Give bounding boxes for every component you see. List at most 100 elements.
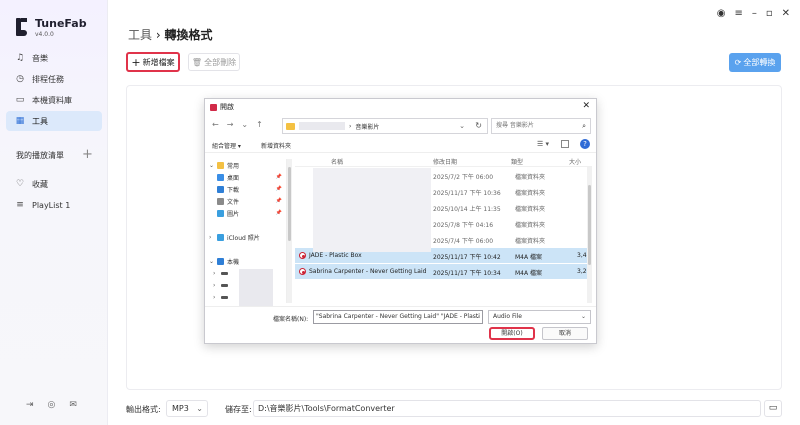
output-format-select[interactable]: MP3 ⌄ bbox=[166, 400, 208, 417]
audio-file-icon bbox=[299, 268, 306, 275]
sidebar-footer: ⇥ ◎ ✉ bbox=[26, 400, 77, 410]
close-icon[interactable]: ✕ bbox=[782, 8, 790, 19]
restore-icon[interactable]: ▫ bbox=[766, 8, 773, 19]
blurred-path bbox=[299, 122, 345, 130]
breadcrumb-root[interactable]: 工具 bbox=[128, 28, 152, 42]
file-list: 名稱 修改日期 類型 大小 2025/7/2 下午 06:00 檔案資料夾 20… bbox=[295, 155, 592, 303]
sidebar-item-label: 排程任務 bbox=[32, 74, 64, 84]
cancel-button[interactable]: 取消 bbox=[542, 327, 588, 340]
convert-all-button[interactable]: ⟳ 全部轉換 bbox=[729, 53, 781, 72]
drive-icon bbox=[221, 295, 228, 299]
drive-icon bbox=[221, 271, 228, 275]
grid-icon: ▦ bbox=[15, 116, 25, 126]
filetype-select[interactable]: Audio File ⌄ bbox=[488, 310, 591, 324]
brand: TuneFab v4.0.0 bbox=[14, 16, 87, 38]
tree-item-desktop[interactable]: 桌面 📌 bbox=[209, 171, 286, 183]
breadcrumb: 工具 › 轉換格式 bbox=[128, 26, 213, 43]
breadcrumb-separator: › bbox=[155, 28, 161, 42]
tunefab-logo-icon bbox=[14, 16, 30, 38]
sidebar-item-tools[interactable]: ▦ 工具 bbox=[6, 111, 102, 131]
address-bar[interactable]: › 音樂影片 ⌄ ↻ bbox=[282, 118, 488, 134]
filename-input[interactable]: "Sabrina Carpenter - Never Getting Laid"… bbox=[313, 310, 483, 324]
sidebar-item-label: 工具 bbox=[32, 116, 48, 126]
chevron-down-icon: ⌄ bbox=[580, 313, 586, 320]
tree-item-quick-access[interactable]: ⌄ 常用 bbox=[209, 159, 286, 171]
circle-icon[interactable]: ◎ bbox=[48, 400, 56, 410]
picture-icon bbox=[217, 209, 224, 217]
file-list-header: 名稱 修改日期 類型 大小 bbox=[295, 155, 592, 167]
browse-folder-button[interactable]: ▭ bbox=[764, 400, 782, 417]
playlist-section-title: 我的播放清單 bbox=[16, 151, 64, 160]
sidebar-item-music[interactable]: ♫ 音樂 bbox=[6, 48, 102, 68]
minimize-icon[interactable]: – bbox=[752, 8, 757, 19]
plus-icon: + bbox=[131, 55, 141, 69]
pin-icon: 📌 bbox=[275, 186, 282, 192]
playlist-icon: ≡ bbox=[16, 200, 24, 210]
address-folder-name: 音樂影片 bbox=[355, 123, 380, 131]
column-type[interactable]: 類型 bbox=[511, 157, 523, 166]
sidebar-item-favorites[interactable]: ♡ 收藏 bbox=[6, 174, 102, 194]
exit-icon[interactable]: ⇥ bbox=[26, 400, 34, 410]
sidebar-item-label: PlayList 1 bbox=[32, 200, 71, 210]
column-name[interactable]: 名稱 bbox=[331, 157, 343, 166]
sidebar-item-local-library[interactable]: ▭ 本機資料庫 bbox=[6, 90, 102, 110]
computer-icon bbox=[217, 257, 224, 265]
back-arrow-icon[interactable]: ← bbox=[212, 120, 219, 129]
column-size[interactable]: 大小 bbox=[569, 157, 581, 166]
tree-item-documents[interactable]: 文件 📌 bbox=[209, 195, 286, 207]
forward-arrow-icon[interactable]: → bbox=[227, 120, 234, 129]
file-row-selected[interactable]: Sabrina Carpenter - Never Getting Laid 2… bbox=[295, 264, 592, 279]
chevron-down-icon[interactable]: ⌄ bbox=[459, 122, 465, 130]
filename-label: 檔案名稱(N): bbox=[273, 316, 309, 323]
output-format-value: MP3 bbox=[172, 404, 189, 413]
add-playlist-icon[interactable]: + bbox=[82, 147, 93, 162]
chevron-down-icon[interactable]: ⌄ bbox=[241, 120, 248, 129]
file-list-scrollbar[interactable] bbox=[587, 167, 592, 303]
sidebar-item-playlist-1[interactable]: ≡ PlayList 1 bbox=[6, 195, 102, 215]
preview-pane-icon[interactable] bbox=[561, 140, 569, 148]
pin-icon: 📌 bbox=[275, 174, 282, 180]
help-icon[interactable]: ? bbox=[580, 139, 590, 149]
refresh-icon[interactable]: ↻ bbox=[475, 121, 482, 130]
pin-icon: 📌 bbox=[275, 198, 282, 204]
new-folder-button[interactable]: 新增資料夾 bbox=[261, 141, 291, 150]
tree-item-pictures[interactable]: 圖片 📌 bbox=[209, 207, 286, 219]
desktop-icon bbox=[217, 173, 224, 181]
dialog-titlebar: 開啟 ✕ bbox=[205, 99, 596, 115]
dialog-body: ⌄ 常用 桌面 📌 下載 📌 文件 📌 圖片 � bbox=[205, 155, 596, 307]
playlist-list: ♡ 收藏 ≡ PlayList 1 bbox=[6, 174, 102, 216]
view-options-icon[interactable]: ☰ ▾ bbox=[537, 140, 549, 148]
tree-item-icloud-photos[interactable]: › iCloud 照片 bbox=[209, 231, 286, 243]
chevron-down-icon[interactable]: ⌄ bbox=[475, 310, 480, 324]
pin-icon: 📌 bbox=[275, 210, 282, 216]
tree-item-downloads[interactable]: 下載 📌 bbox=[209, 183, 286, 195]
sidebar-item-label: 收藏 bbox=[32, 179, 48, 189]
dialog-close-icon[interactable]: ✕ bbox=[582, 101, 590, 111]
delete-all-label: 全部刪除 bbox=[204, 57, 237, 67]
inbox-icon: ▭ bbox=[15, 95, 25, 105]
dialog-search-input[interactable]: 搜尋 音樂影片 ⌕ bbox=[491, 118, 591, 134]
window-controls: ◉ ≡ – ▫ ✕ bbox=[717, 8, 790, 19]
dialog-navbar: ← → ⌄ ↑ › 音樂影片 ⌄ ↻ 搜尋 音樂影片 ⌕ bbox=[205, 115, 596, 137]
dialog-title: 開啟 bbox=[220, 103, 234, 111]
heart-icon: ♡ bbox=[15, 179, 25, 189]
audio-file-icon bbox=[299, 252, 306, 259]
output-settings-bar: 輸出格式: MP3 ⌄ 儲存至: D:\音樂影片\Tools\FormatCon… bbox=[126, 400, 782, 418]
delete-all-button[interactable]: 🗑 全部刪除 bbox=[188, 53, 240, 71]
tree-item-this-pc[interactable]: ⌄ 本機 bbox=[209, 255, 286, 267]
mail-icon[interactable]: ✉ bbox=[69, 400, 77, 410]
organize-button[interactable]: 組合管理 ▾ bbox=[212, 141, 241, 150]
app-version: v4.0.0 bbox=[35, 30, 54, 38]
open-button[interactable]: 開啟(O) bbox=[489, 327, 535, 340]
column-modified[interactable]: 修改日期 bbox=[433, 157, 457, 166]
save-path-field[interactable]: D:\音樂影片\Tools\FormatConverter bbox=[253, 400, 761, 417]
output-format-label: 輸出格式: bbox=[126, 405, 161, 414]
sidebar-item-schedule[interactable]: ◷ 排程任務 bbox=[6, 69, 102, 89]
menu-icon[interactable]: ≡ bbox=[734, 8, 742, 19]
up-arrow-icon[interactable]: ↑ bbox=[256, 120, 263, 129]
tree-scrollbar[interactable] bbox=[287, 159, 292, 303]
open-file-dialog: 開啟 ✕ ← → ⌄ ↑ › 音樂影片 ⌄ ↻ 搜尋 音樂影片 ⌕ 組合管理 ▾… bbox=[204, 98, 597, 344]
add-file-button[interactable]: + 新增檔案 bbox=[126, 52, 180, 72]
user-icon[interactable]: ◉ bbox=[717, 8, 726, 19]
